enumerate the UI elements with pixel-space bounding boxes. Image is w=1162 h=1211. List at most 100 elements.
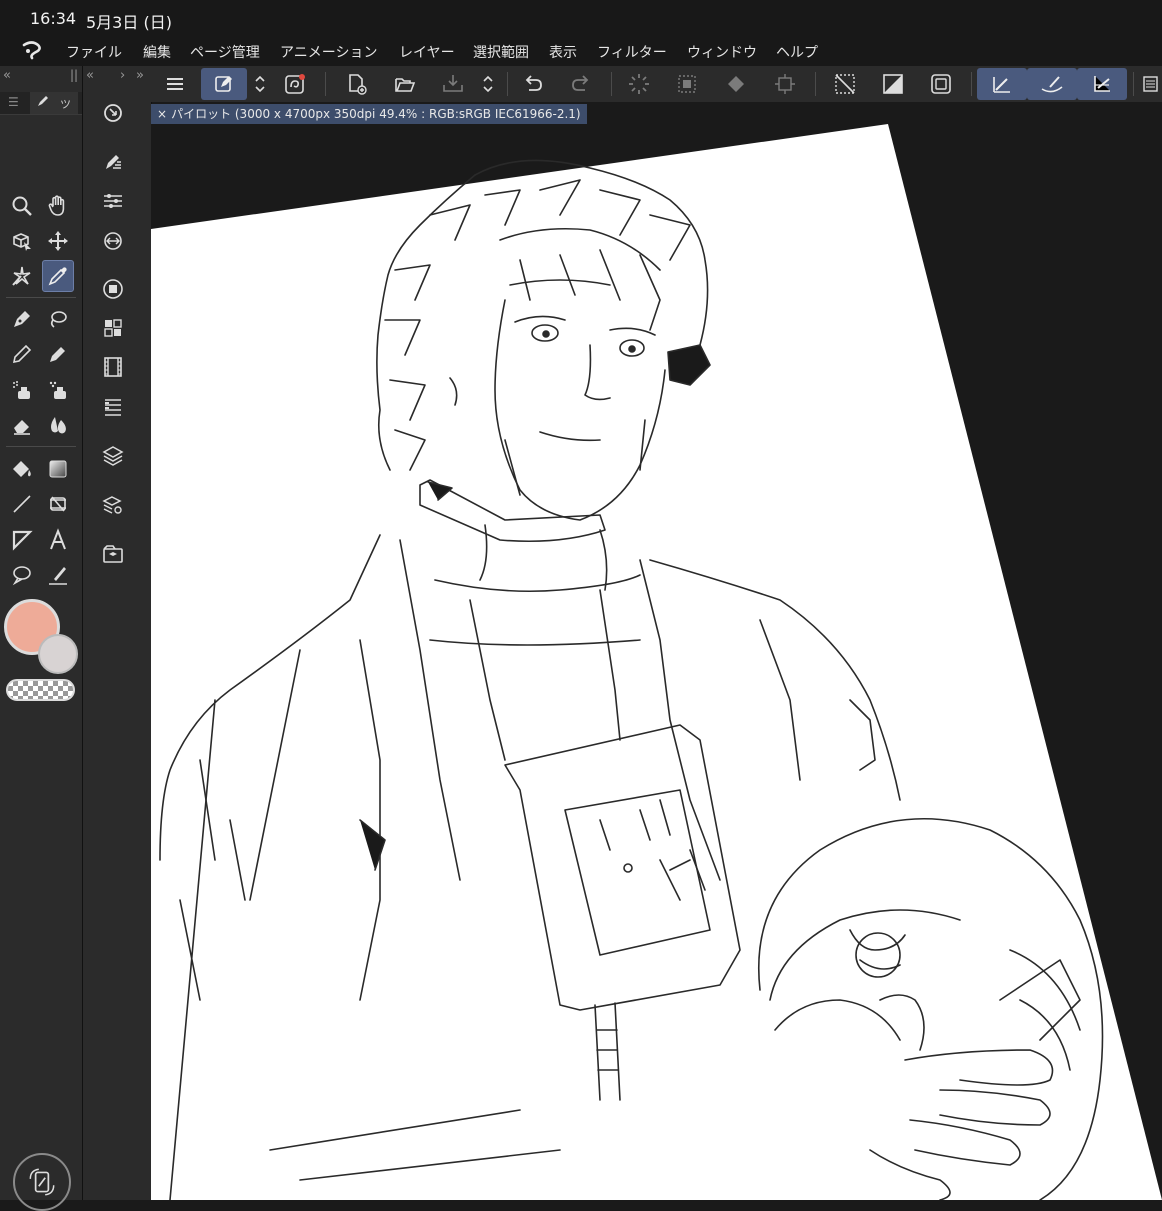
material-icon[interactable] [97,538,129,570]
toolbar-separator [507,72,508,96]
zoom-tool-icon[interactable] [6,190,38,222]
save-icon[interactable] [433,68,473,100]
balloon-tool-icon[interactable] [6,559,38,591]
tool-palette: « || ☰ ツ [0,66,83,1211]
pen-icon [38,96,48,106]
frame-border-tool-icon[interactable] [6,524,38,556]
brush-size-icon[interactable] [97,225,129,257]
correct-line-tool-icon[interactable] [42,559,74,591]
command-bar [151,66,1162,102]
layer-search-icon[interactable] [97,489,129,521]
stabilization-line-icon[interactable] [1077,68,1127,100]
toolbar-separator [1133,72,1134,96]
menu-bar: ファイル 編集 ページ管理 アニメーション レイヤー 選択範囲 表示 フィルター… [0,36,1162,66]
canvas-view[interactable] [151,124,1162,1200]
stepper-icon[interactable] [477,68,499,100]
navigator-icon[interactable] [97,97,129,129]
selection-border-icon[interactable] [921,68,961,100]
stabilization-pen-icon[interactable] [977,68,1027,100]
sub-color-swatch[interactable] [38,634,78,674]
close-tab-icon[interactable]: × [157,107,167,121]
menu-animation[interactable]: アニメーション [280,42,377,62]
clear-selection-icon[interactable] [667,68,707,100]
timeline-icon[interactable] [97,351,129,383]
hand-tool-icon[interactable] [42,190,74,222]
text-tool-icon[interactable] [42,524,74,556]
open-file-icon[interactable] [385,68,425,100]
loading-icon[interactable] [619,68,659,100]
collapse-left-icon[interactable]: « [86,68,94,83]
toolbar-separator [971,72,972,96]
color-wheel-icon[interactable] [97,273,129,305]
pen-tool-icon[interactable] [6,303,38,335]
menu-window[interactable]: ウィンドウ [687,42,757,62]
move-tool-icon[interactable] [42,225,74,257]
tool-divider [6,446,76,447]
tool-property-icon[interactable] [97,185,129,217]
color-set-icon[interactable] [97,312,129,344]
menu-selection[interactable]: 選択範囲 [473,42,529,62]
invert-selection-icon[interactable] [873,68,913,100]
modifier-key-icon [29,1168,55,1196]
figure-tool-icon[interactable] [6,488,38,520]
pencil-tool-icon[interactable] [6,338,38,370]
menu-view[interactable]: 表示 [549,42,577,62]
record-timelapse-icon[interactable] [275,68,315,100]
menu-filter[interactable]: フィルター [597,42,667,62]
status-date: 5月3日 (日) [86,13,172,32]
ruler-tool-icon[interactable] [42,488,74,520]
tool-divider [6,297,76,298]
gradient-tool-icon[interactable] [42,453,74,485]
palette-grip-icon[interactable]: || [70,68,78,82]
redo-icon[interactable] [561,68,601,100]
chevron-right-icon[interactable]: › [120,68,125,83]
tab-menu-icon[interactable]: ☰ [8,95,19,109]
blend-tool-icon[interactable] [42,409,74,441]
toolbar-separator [815,72,816,96]
edit-layer-icon[interactable] [201,68,247,100]
document-tab-label: パイロット (3000 x 4700px 350dpi 49.4% : RGB:… [171,107,581,121]
canvas-area[interactable] [151,124,1162,1200]
menu-page[interactable]: ページ管理 [190,42,260,62]
keyboard-icon[interactable] [1139,68,1161,100]
sub-palette-bar: « › » [83,66,152,1200]
menu-file[interactable]: ファイル [66,42,122,62]
menu-edit[interactable]: 編集 [143,42,171,62]
hamburger-menu-icon[interactable] [155,68,195,100]
clip-studio-logo-icon[interactable] [18,40,46,62]
stabilization-brush-icon[interactable] [1027,68,1077,100]
sub-tool-detail-icon[interactable] [97,146,129,178]
tab-tools-label: ツ [60,98,71,111]
fill-selection-icon[interactable] [717,68,757,100]
toolbar-separator [325,72,326,96]
decoration-tool-icon[interactable] [42,374,74,406]
document-tab[interactable]: × パイロット (3000 x 4700px 350dpi 49.4% : RGB… [151,104,587,124]
object-tool-icon[interactable] [6,225,38,257]
tool-tab-row: ☰ ツ [0,92,82,115]
canvas-paper[interactable] [151,124,1162,1200]
fill-tool-icon[interactable] [6,453,38,485]
modifier-key-button[interactable] [13,1153,71,1211]
menu-help[interactable]: ヘルプ [776,42,818,62]
toolbar-separator [611,72,612,96]
lasso-tool-icon[interactable] [42,303,74,335]
tab-tools[interactable]: ツ [30,92,78,114]
auto-select-tool-icon[interactable] [6,260,38,292]
airbrush-tool-icon[interactable] [6,374,38,406]
eraser-tool-icon[interactable] [6,409,38,441]
brush-tool-icon[interactable] [42,338,74,370]
transform-icon[interactable] [765,68,805,100]
menu-layer[interactable]: レイヤー [399,42,455,62]
eyedropper-tool-icon[interactable] [42,260,74,292]
stepper-icon[interactable] [249,68,271,100]
select-all-icon[interactable] [825,68,865,100]
status-bar: 16:34 5月3日 (日) [0,0,1162,36]
new-file-icon[interactable] [337,68,377,100]
collapse-palette-icon[interactable]: « [3,68,11,83]
collapse-right-icon[interactable]: » [136,68,144,83]
transparent-color-swatch[interactable] [6,679,75,701]
layer-property-icon[interactable] [97,391,129,423]
layer-icon[interactable] [97,439,129,471]
status-time: 16:34 [30,9,77,28]
undo-icon[interactable] [513,68,553,100]
